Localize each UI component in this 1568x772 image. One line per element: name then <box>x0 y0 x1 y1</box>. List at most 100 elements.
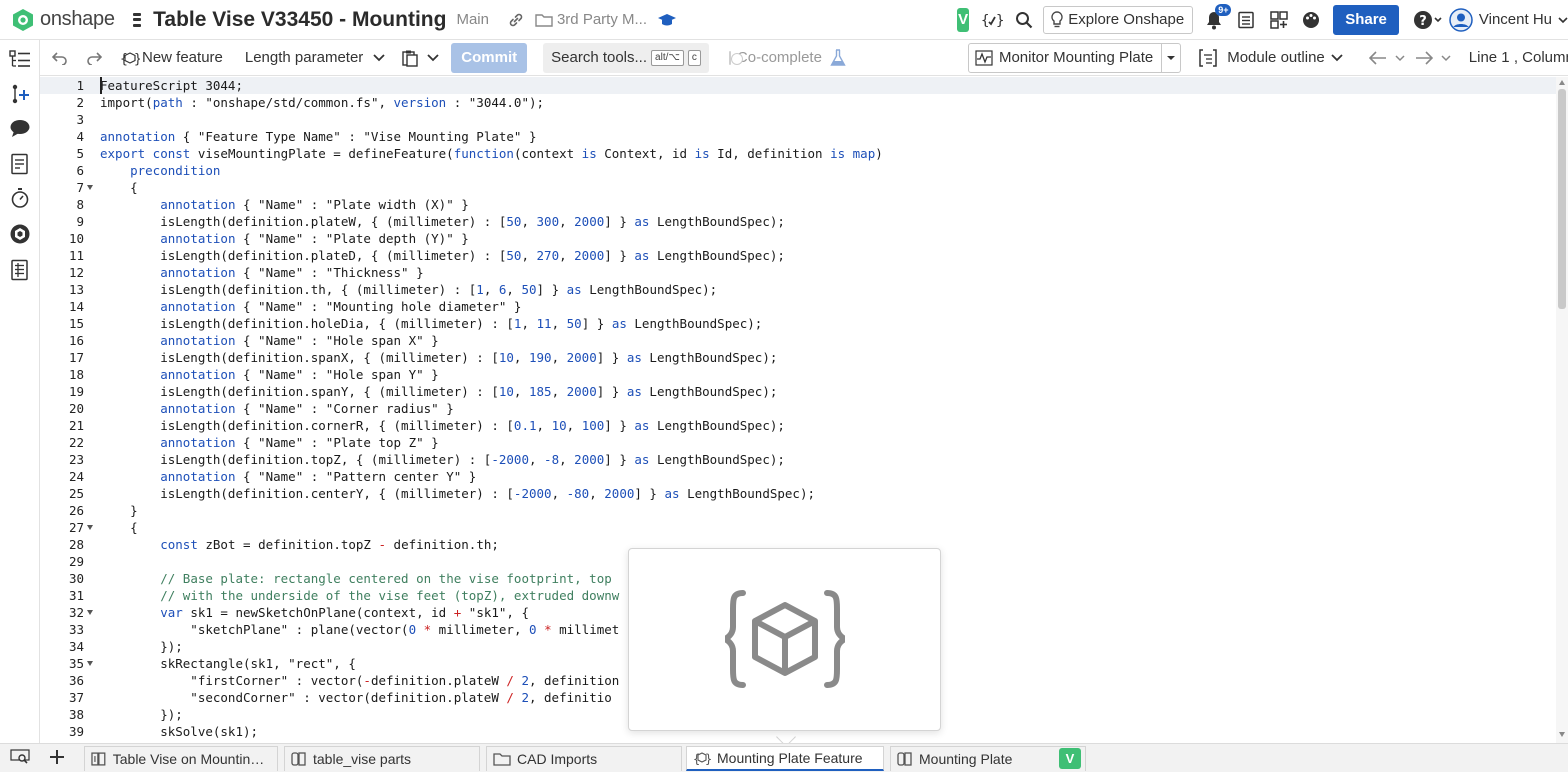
module-outline-label: Module outline <box>1227 49 1325 66</box>
code-text: var sk1 = newSketchOnPlane(context, id +… <box>160 605 529 620</box>
chevron-down-icon[interactable] <box>1441 54 1451 62</box>
tab-mounting-plate-feature[interactable]: {} Mounting Plate Feature <box>686 746 884 771</box>
code-line[interactable]: 9 isLength(definition.plateW, { (millime… <box>40 213 1556 230</box>
featurescript-notices-icon[interactable] <box>8 222 32 246</box>
line-number: 6 <box>76 163 84 178</box>
profiler-stopwatch-icon[interactable] <box>8 186 32 210</box>
user-name[interactable]: Vincent Hu <box>1479 11 1552 28</box>
fold-arrow-icon[interactable] <box>87 661 93 666</box>
scroll-up-icon[interactable] <box>1559 80 1565 85</box>
code-line[interactable]: 5 export const viseMountingPlate = define… <box>40 145 1556 162</box>
code-line[interactable]: 8 annotation { "Name" : "Plate width (X)… <box>40 196 1556 213</box>
code-line[interactable]: 11 isLength(definition.plateD, { (millim… <box>40 247 1556 264</box>
scrollbar-thumb[interactable] <box>1558 89 1566 309</box>
module-outline-dropdown[interactable]: Module outline <box>1199 48 1343 67</box>
shortcut-key: alt/⌥ <box>651 49 684 66</box>
code-line[interactable]: 7 { <box>40 179 1556 196</box>
flask-icon[interactable] <box>830 48 846 67</box>
code-text: isLength(definition.spanX, { (millimeter… <box>100 350 778 365</box>
tab-table-vise-assembly[interactable]: Table Vise on Mounting ... <box>84 746 278 771</box>
search-icon[interactable] <box>1015 11 1033 29</box>
scroll-down-icon[interactable] <box>1559 732 1565 737</box>
code-line[interactable]: 23 isLength(definition.topZ, { (millimet… <box>40 451 1556 468</box>
monitor-icon <box>975 49 993 66</box>
code-line[interactable]: 22 annotation { "Name" : "Plate top Z" } <box>40 434 1556 451</box>
code-line[interactable]: 18 annotation { "Name" : "Hole span Y" } <box>40 366 1556 383</box>
main-menu-icon[interactable] <box>132 12 142 27</box>
code-line[interactable]: 20 annotation { "Name" : "Corner radius"… <box>40 400 1556 417</box>
cocomplete-toggle[interactable] <box>728 50 743 65</box>
fold-arrow-icon[interactable] <box>87 185 93 190</box>
code-text: // Base plate: rectangle centered on the… <box>160 571 612 586</box>
paste-menu-button[interactable] <box>401 49 439 67</box>
code-text: annotation { "Name" : "Hole span Y" } <box>160 367 439 382</box>
tabs-search-icon[interactable] <box>8 745 32 769</box>
tasks-icon[interactable] <box>1237 11 1255 29</box>
feature-list-icon[interactable] <box>8 48 32 72</box>
help-icon[interactable]: ? <box>1413 10 1443 30</box>
editor-scrollbar[interactable] <box>1556 77 1568 743</box>
chevron-down-icon[interactable] <box>1395 54 1405 62</box>
fold-arrow-icon[interactable] <box>87 525 93 530</box>
fold-arrow-icon[interactable] <box>87 610 93 615</box>
link-icon[interactable] <box>507 11 525 29</box>
code-line[interactable]: 3 <box>40 111 1556 128</box>
branch-name[interactable]: Main <box>456 11 489 28</box>
appearance-icon[interactable] <box>1301 10 1321 30</box>
redo-icon[interactable] <box>86 51 102 65</box>
code-line[interactable]: 19 isLength(definition.spanY, { (millime… <box>40 383 1556 400</box>
avatar[interactable] <box>1449 7 1473 32</box>
share-button[interactable]: Share <box>1333 4 1399 35</box>
code-line[interactable]: 24 annotation { "Name" : "Pattern center… <box>40 468 1556 485</box>
tab-mounting-plate[interactable]: Mounting Plate V <box>890 746 1086 771</box>
navigate-back-icon[interactable] <box>1368 50 1387 65</box>
line-number: 28 <box>68 537 84 552</box>
code-line[interactable]: 1 FeatureScript 3044; <box>40 77 1556 94</box>
code-line[interactable]: 25 isLength(definition.centerY, { (milli… <box>40 485 1556 502</box>
add-tab-icon[interactable] <box>48 748 66 771</box>
release-notes-icon[interactable] <box>8 152 32 176</box>
comments-icon[interactable] <box>8 116 32 140</box>
code-line[interactable]: 16 annotation { "Name" : "Hole span X" } <box>40 332 1556 349</box>
featurescript-icon[interactable]: {} <box>981 11 1003 29</box>
navigate-forward-icon[interactable] <box>1415 50 1433 65</box>
code-line[interactable]: 21 isLength(definition.cornerR, { (milli… <box>40 417 1556 434</box>
code-line[interactable]: 17 isLength(definition.spanX, { (millime… <box>40 349 1556 366</box>
line-number: 4 <box>76 129 84 144</box>
code-line[interactable]: 4 annotation { "Feature Type Name" : "Vis… <box>40 128 1556 145</box>
onshape-logo[interactable]: onshape <box>12 8 115 32</box>
length-parameter-dropdown[interactable]: Length parameter <box>245 49 385 66</box>
user-menu-chevron-icon[interactable] <box>1558 15 1568 25</box>
undo-icon[interactable] <box>52 51 68 65</box>
search-tools-input[interactable]: Search tools... alt/⌥ c <box>543 42 709 73</box>
app-store-icon[interactable] <box>1269 10 1289 30</box>
code-line[interactable]: 12 annotation { "Name" : "Thickness" } <box>40 264 1556 281</box>
new-feature-button[interactable]: {} New feature <box>120 49 223 67</box>
variable-table-icon[interactable] <box>8 258 32 282</box>
commit-button[interactable]: Commit <box>451 42 528 73</box>
add-feature-icon[interactable] <box>8 82 32 106</box>
code-line[interactable]: 6 precondition <box>40 162 1556 179</box>
code-text: skSolve(sk1); <box>100 724 259 739</box>
tab-cad-imports[interactable]: CAD Imports <box>486 746 682 771</box>
code-line[interactable]: 2 import(path : "onshape/std/common.fs", … <box>40 94 1556 111</box>
svg-text:}: } <box>996 13 1003 29</box>
version-badge[interactable]: V <box>957 7 970 32</box>
code-line[interactable]: 14 annotation { "Name" : "Mounting hole … <box>40 298 1556 315</box>
code-text: isLength(definition.plateW, { (millimete… <box>100 214 785 229</box>
code-line[interactable]: 27 { <box>40 519 1556 536</box>
code-text: isLength(definition.spanY, { (millimeter… <box>100 384 778 399</box>
folder-name[interactable]: 3rd Party M... <box>557 11 647 28</box>
code-line[interactable]: 10 annotation { "Name" : "Plate depth (Y… <box>40 230 1556 247</box>
code-line[interactable]: 15 isLength(definition.holeDia, { (milli… <box>40 315 1556 332</box>
folder-icon[interactable] <box>535 12 553 28</box>
monitor-dropdown[interactable]: Monitor Mounting Plate <box>967 42 1182 73</box>
notifications-icon[interactable]: 9+ <box>1205 3 1232 30</box>
code-line[interactable]: 13 isLength(definition.th, { (millimeter… <box>40 281 1556 298</box>
code-line[interactable]: 26 } <box>40 502 1556 519</box>
explore-onshape-button[interactable]: Explore Onshape <box>1043 5 1194 34</box>
cocomplete-label: Co-complete <box>736 49 822 66</box>
document-title[interactable]: Table Vise V33450 - Mounting <box>153 8 446 32</box>
learning-center-icon[interactable] <box>657 12 677 28</box>
tab-table-vise-parts[interactable]: table_vise parts <box>284 746 480 771</box>
